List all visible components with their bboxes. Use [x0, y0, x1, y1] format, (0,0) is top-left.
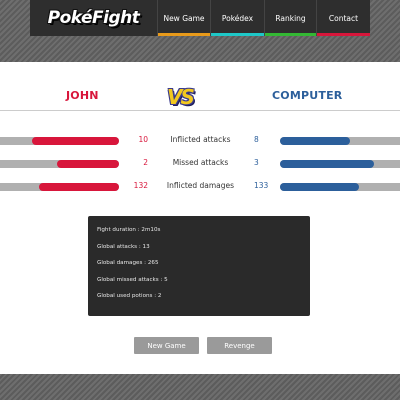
- player2-name: COMPUTER: [272, 89, 343, 102]
- nav-contact[interactable]: Contact: [316, 0, 370, 36]
- player2-stat-value: 3: [254, 158, 259, 167]
- nav-ranking[interactable]: Ranking: [264, 0, 316, 36]
- player1-bar-track: [0, 137, 119, 145]
- summary-global-used-potions: Global used potions : 2: [97, 293, 162, 299]
- stat-row-inflicted-damages: 132 Inflicted damages 133: [0, 179, 400, 193]
- versus-icon: VS: [167, 85, 195, 109]
- nav-pokedex[interactable]: Pokédex: [210, 0, 264, 36]
- pokefight-logo[interactable]: PokéFight: [30, 0, 157, 36]
- player2-stat-value: 133: [254, 181, 269, 190]
- summary-global-attacks: Global attacks : 13: [97, 243, 150, 250]
- player1-bar-fill: [32, 137, 119, 145]
- player2-bar-track: [280, 160, 400, 168]
- player1-bar-fill: [39, 183, 119, 191]
- player2-bar-fill: [280, 160, 374, 168]
- nav-pokedex-label: Pokédex: [221, 13, 254, 23]
- player1-bar-track: [0, 183, 119, 191]
- nav-contact-underline: [317, 33, 370, 36]
- player2-bar-fill: [280, 137, 350, 145]
- nav-ranking-label: Ranking: [275, 13, 306, 23]
- player1-bar-fill: [57, 160, 119, 168]
- header-divider: [0, 110, 400, 111]
- navbar: PokéFight New Game Pokédex Ranking Conta…: [30, 0, 370, 36]
- fight-summary-box: Fight duration : 2m10s Global attacks : …: [88, 216, 310, 316]
- stat-label: Missed attacks: [172, 158, 229, 167]
- stat-label: Inflicted damages: [166, 181, 235, 190]
- stat-row-missed-attacks: 2 Missed attacks 3: [0, 156, 400, 170]
- summary-global-damages: Global damages : 265: [97, 260, 159, 266]
- nav-new-game-label: New Game: [163, 13, 205, 23]
- player2-stat-value: 8: [254, 135, 259, 144]
- player1-stat-value: 10: [138, 135, 148, 144]
- stat-row-inflicted-attacks: 10 Inflicted attacks 8: [0, 133, 400, 147]
- summary-global-missed-attacks: Global missed attacks : 5: [97, 276, 168, 283]
- top-bar: PokéFight New Game Pokédex Ranking Conta…: [0, 0, 400, 62]
- player1-bar-track: [0, 160, 119, 168]
- versus-header: JOHN VS COMPUTER: [0, 82, 400, 112]
- player1-stat-value: 132: [133, 181, 148, 190]
- revenge-button[interactable]: Revenge: [207, 337, 272, 354]
- player2-bar-track: [280, 137, 400, 145]
- new-game-button[interactable]: New Game: [134, 337, 199, 354]
- nav-pokedex-underline: [211, 33, 264, 36]
- nav-ranking-underline: [265, 33, 316, 36]
- player1-name: JOHN: [66, 89, 99, 102]
- player1-stat-value: 2: [143, 158, 148, 167]
- player2-bar-track: [280, 183, 400, 191]
- nav-new-game[interactable]: New Game: [157, 0, 210, 36]
- nav-new-game-underline: [158, 33, 210, 36]
- nav-contact-label: Contact: [328, 13, 359, 23]
- player2-bar-fill: [280, 183, 360, 191]
- summary-fight-duration: Fight duration : 2m10s: [97, 227, 161, 233]
- stat-label: Inflicted attacks: [170, 135, 231, 144]
- fight-results-panel: JOHN VS COMPUTER 10 Inflicted attacks 8 …: [0, 62, 400, 374]
